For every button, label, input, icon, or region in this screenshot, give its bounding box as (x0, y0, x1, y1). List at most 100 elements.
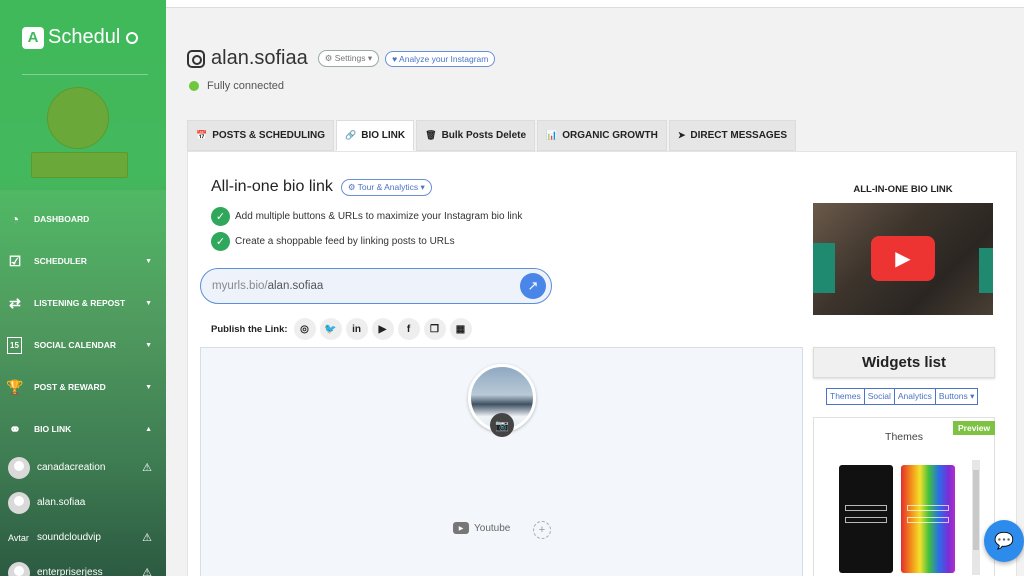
url-username: alan.sofiaa (267, 280, 324, 292)
sidebar-item-bio-link[interactable]: ⚭ BIO LINK ▲ (0, 408, 166, 450)
widget-tab-social[interactable]: Social (864, 388, 895, 405)
chevron-up-icon: ▲ (145, 425, 152, 433)
avatar (8, 456, 30, 479)
theme-button-preview (845, 505, 887, 511)
analyze-instagram-button[interactable]: ♥ Analyze your Instagram (385, 50, 496, 67)
tab-posts-scheduling[interactable]: 📅 POSTS & SCHEDULING (187, 120, 335, 151)
tab-bio-link[interactable]: 🔗 BIO LINK (336, 120, 415, 151)
sidebar-item-post-reward[interactable]: 🏆 POST & REWARD ▼ (0, 366, 166, 408)
check-circle-icon: ✓ (211, 207, 230, 226)
url-prefix: myurls.bio/ (212, 280, 268, 292)
chat-icon: 💬 (994, 533, 1014, 550)
theme-button-preview (907, 517, 949, 523)
account-name-title: alan.sofiaa (211, 47, 308, 69)
sidebar-divider (22, 74, 148, 75)
bio-link-heading: All-in-one bio link ⚙ Tour & Analytics ▾ (211, 178, 432, 196)
tab-label: POSTS & SCHEDULING (212, 130, 326, 141)
widget-tab-buttons[interactable]: Buttons ▾ (935, 388, 979, 405)
instagram-icon (187, 49, 205, 68)
themes-scrollbar[interactable] (972, 460, 980, 575)
calendar-check-icon: 📅 (196, 130, 208, 140)
tab-label: DIRECT MESSAGES (690, 130, 788, 141)
publish-label: Publish the Link: (211, 323, 288, 335)
widget-tab-themes[interactable]: Themes (826, 388, 865, 405)
connection-status: Fully connected (189, 80, 284, 92)
account-item[interactable]: Avtar soundcloudvip ⚠ (0, 520, 166, 555)
preview-badge[interactable]: Preview (953, 421, 996, 435)
account-name: canadacreation (37, 462, 106, 473)
facebook-icon[interactable]: f (397, 318, 420, 340)
youtube-widget[interactable]: ▶ Youtube (453, 522, 510, 534)
warning-icon: ⚠ (142, 532, 152, 544)
sidebar-item-social-calendar[interactable]: 15 SOCIAL CALENDAR ▼ (0, 324, 166, 366)
app-name: Schedul (48, 26, 121, 48)
account-item[interactable]: canadacreation ⚠ (0, 450, 166, 485)
trash-icon: 🗑 (425, 130, 437, 140)
chevron-down-icon: ▼ (145, 257, 152, 265)
sidebar-item-label: POST & REWARD (34, 382, 106, 392)
bio-url-field[interactable]: myurls.bio/alan.sofiaa ↗ (200, 268, 552, 304)
bar-chart-icon: 📊 (546, 130, 558, 140)
widget-label: Youtube (474, 522, 511, 534)
tab-bulk-posts-delete[interactable]: 🗑 Bulk Posts Delete (416, 120, 536, 151)
settings-button[interactable]: ⚙ Settings ▾ (317, 50, 380, 67)
publish-links: Publish the Link: ◎ 🐦 in ▶ f ❐ ▦ (211, 318, 472, 340)
youtube-icon[interactable]: ▶ (371, 318, 394, 340)
qr-code-icon[interactable]: ▦ (449, 318, 472, 340)
calendar-check-icon: ☑ (8, 252, 22, 269)
play-icon[interactable]: ▶ (871, 236, 935, 281)
tab-label: Bulk Posts Delete (441, 130, 527, 141)
status-text: Fully connected (207, 80, 285, 92)
warning-icon: ⚠ (142, 462, 152, 474)
video-title: ALL-IN-ONE BIO LINK (853, 184, 953, 195)
linkedin-icon[interactable]: in (345, 318, 368, 340)
settings-label: Settings (334, 53, 366, 63)
profile-avatar[interactable] (47, 87, 109, 149)
chevron-down-icon: ▼ (145, 383, 152, 391)
check-circle-icon: ✓ (211, 232, 230, 251)
main-tabs: 📅 POSTS & SCHEDULING 🔗 BIO LINK 🗑 Bulk P… (187, 120, 797, 151)
tour-analytics-button[interactable]: ⚙ Tour & Analytics ▾ (340, 178, 432, 196)
tab-direct-messages[interactable]: ➤ DIRECT MESSAGES (668, 120, 797, 151)
sidebar-item-label: SCHEDULER (34, 256, 87, 266)
camera-icon[interactable]: 📷 (490, 413, 514, 437)
widgets-list-header: Widgets list (813, 347, 995, 378)
analyze-label: Analyze your Instagram (399, 53, 489, 64)
account-item[interactable]: enterpriserjess ⚠ (0, 555, 166, 576)
sidebar-item-listening-repost[interactable]: ⇄ LISTENING & REPOST ▼ (0, 282, 166, 324)
chat-support-button[interactable]: 💬 (984, 520, 1024, 562)
warning-icon: ⚠ (142, 567, 152, 576)
app-logo[interactable]: A Schedul (22, 26, 139, 49)
theme-dark-thumbnail[interactable] (839, 465, 893, 573)
send-icon: ➤ (677, 130, 686, 140)
widget-tab-analytics[interactable]: Analytics (894, 388, 936, 405)
broken-avatar-image: Avtar (8, 532, 29, 543)
link-icon: ⚭ (9, 420, 21, 437)
account-name: soundcloudvip (37, 532, 101, 543)
sidebar-item-dashboard[interactable]: ◔ DASHBOARD (0, 198, 166, 240)
dashboard-icon: ◔ (10, 211, 20, 227)
tab-organic-growth[interactable]: 📊 ORGANIC GROWTH (537, 120, 667, 151)
tab-label: BIO LINK (361, 130, 406, 141)
account-item[interactable]: alan.sofiaa (0, 485, 166, 520)
instagram-icon[interactable]: ◎ (293, 318, 316, 340)
add-widget-button[interactable]: + (533, 521, 551, 539)
trophy-icon: 🏆 (6, 378, 24, 395)
twitter-icon[interactable]: 🐦 (319, 318, 342, 340)
sidebar-item-label: SOCIAL CALENDAR (34, 340, 117, 350)
copy-icon[interactable]: ❐ (423, 318, 446, 340)
theme-button-preview (907, 505, 949, 511)
theme-rainbow-thumbnail[interactable] (901, 465, 955, 573)
calendar-icon: 15 (7, 336, 22, 354)
open-external-icon[interactable]: ↗ (520, 273, 546, 299)
tour-label: Tour & Analytics (357, 181, 419, 192)
sidebar-item-label: BIO LINK (34, 424, 72, 434)
sidebar-item-label: DASHBOARD (34, 214, 90, 224)
feature-item: ✓ Create a shoppable feed by linking pos… (211, 232, 455, 251)
chevron-down-icon: ▼ (145, 341, 152, 349)
page-title: All-in-one bio link (211, 178, 333, 195)
youtube-icon: ▶ (453, 522, 469, 534)
sidebar-item-scheduler[interactable]: ☑ SCHEDULER ▼ (0, 240, 166, 282)
status-dot-icon (189, 81, 199, 91)
theme-button-preview (845, 517, 887, 523)
